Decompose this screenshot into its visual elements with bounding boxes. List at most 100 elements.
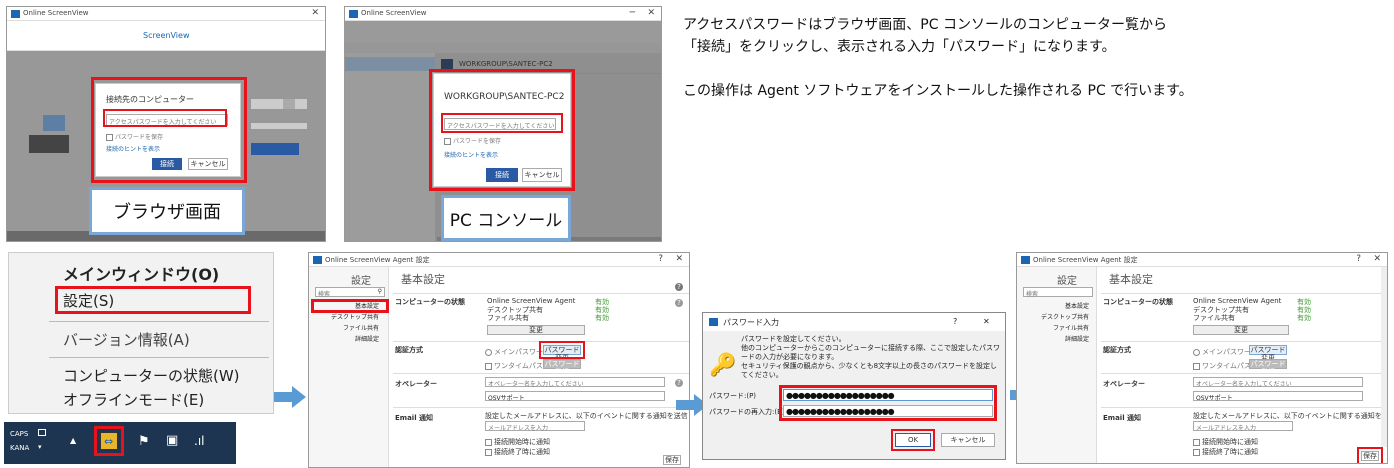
menu-version[interactable]: バージョン情報(A) [63,329,190,350]
cancel-button[interactable]: キャンセル [941,433,995,447]
nav-advanced[interactable]: 詳細設定 [1065,334,1089,343]
menu-status[interactable]: コンピューターの状態(W) [63,365,240,386]
search-icon: ⚲ [377,288,382,295]
email-input[interactable]: メールアドレスを入力 [485,421,585,432]
operator-value-input[interactable]: OSVサポート [485,391,665,402]
scrollbar[interactable] [1381,267,1387,447]
browser-caption: ブラウザ画面 [89,187,245,235]
console-screenshot: Online ScreenView ─ ✕ WORKGROUP\SANTEC-PC2… [344,6,662,242]
app-icon [709,318,718,326]
issue-password-button[interactable]: パスワード発行 [1249,359,1287,376]
password-label: パスワード:(P) [709,392,757,400]
console-caption: PC コンソール [441,195,571,241]
help-icon[interactable]: ? [1356,254,1361,264]
logo: ScreenView [143,31,190,40]
page-title: 基本設定 [1109,273,1153,286]
browser-screenshot: Online ScreenView ✕ ScreenView 接続先のコンピュータ… [6,6,326,242]
app-icon [349,10,358,18]
close-icon[interactable]: ✕ [1373,254,1381,264]
highlight-password-fields [779,385,997,421]
caps-indicator: CAPS [10,430,29,438]
description-line3: この操作は Agent ソフトウェアをインストールした操作される PC で行いま… [683,83,1193,99]
minimize-icon[interactable]: ─ [630,8,635,18]
operator-input[interactable]: オペレーター名を入力してください [485,377,665,388]
pwdialog-title: パスワード入力 [723,318,779,327]
signal-icon[interactable]: .ıl [194,434,204,448]
settings-label: 設定 [351,276,371,287]
menu-offline[interactable]: オフラインモード(E) [63,389,204,410]
save-button[interactable]: 保存 [663,455,681,465]
chevron-down-icon[interactable]: ▾ [38,443,42,451]
search-input[interactable]: 検索 [1023,287,1093,298]
console-titlebar: Online ScreenView ─ ✕ [345,7,661,21]
email-input[interactable]: メールアドレスを入力 [1193,421,1293,432]
highlight-tray [94,426,124,456]
search-input[interactable]: 検索 ⚲ [315,287,385,298]
pwdialog-message: パスワードを設定してください。 他のコンピューターからこのコンピューターに接続する… [741,335,1000,379]
status-label: コンピューターの状態 [1103,298,1173,306]
settings-window-final: Online ScreenView Agent 設定? ✕ 設定 検索 基本設定 … [1016,252,1388,464]
nav-file[interactable]: ファイル共有 [1053,323,1089,332]
close-icon[interactable]: ✕ [311,8,319,18]
email-option-end[interactable]: 接続終了時に通知 [1193,447,1258,457]
operator-label: オペレーター [1103,380,1145,388]
settings-window: Online ScreenView Agent 設定? ✕ 設定 検索 ⚲ 基本設定… [308,252,690,468]
email-label: Email 通知 [395,414,434,422]
highlight-password [103,109,227,127]
close-icon[interactable]: ✕ [983,317,990,326]
auth-label: 認証方式 [1103,346,1131,354]
auth-label: 認証方式 [395,346,423,354]
menu-main-window[interactable]: メインウィンドウ(O) [63,261,219,285]
email-label: Email 通知 [1103,414,1142,422]
highlight-nav [311,299,389,313]
highlight-password [441,113,563,133]
highlight-ok [891,429,935,451]
kana-indicator: KANA [10,444,30,452]
password-confirm-label: パスワードの再入力:(B) [709,408,785,416]
app-icon [11,10,20,18]
info-icon[interactable]: ? [675,299,683,307]
issue-password-button[interactable]: パスワード発行 [543,359,581,376]
description: アクセスパスワードはブラウザ画面、PC コンソールのコンピューター覧から 「接続… [683,14,1193,102]
status-change-button[interactable]: 変更 [1193,325,1289,335]
info-icon[interactable]: ? [675,379,683,387]
context-menu: メインウィンドウ(O) 設定(S) バージョン情報(A) コンピューターの状態(… [8,252,274,414]
settings-titlebar: Online ScreenView Agent 設定? ✕ [1017,253,1387,267]
close-icon[interactable]: ✕ [675,254,683,264]
key-icon: 🔑 [709,353,737,378]
close-icon[interactable]: ✕ [647,8,655,18]
nav-file[interactable]: ファイル共有 [343,323,379,332]
change-password-button[interactable]: パスワード変更 [1249,345,1287,362]
taskbar: CAPS KANA ▾ ▲ ⇔ ⚑ ▣ .ıl [4,422,236,464]
description-line1: アクセスパスワードはブラウザ画面、PC コンソールのコンピューター覧から [683,17,1167,33]
operator-value-input[interactable]: OSVサポート [1193,391,1363,402]
console-tab-title: Online ScreenView [361,9,427,17]
settings-titlebar: Online ScreenView Agent 設定? ✕ [309,253,689,267]
highlight-change-password [539,341,585,359]
email-option-start[interactable]: 接続開始時に通知 [485,437,550,447]
network-icon[interactable]: ▣ [166,433,178,448]
flag-icon[interactable]: ⚑ [138,434,150,449]
nav-desktop[interactable]: デスクトップ共有 [1041,312,1089,321]
settings-window-title: Online ScreenView Agent 設定 [1033,256,1138,264]
chevron-up-icon[interactable]: ▲ [70,436,76,445]
highlight-settings [55,286,251,314]
computer-name: WORKGROUP\SANTEC-PC2 [459,60,553,68]
help-icon[interactable]: ? [953,317,957,326]
page-title: 基本設定 [401,273,445,286]
operator-input[interactable]: オペレーター名を入力してください [1193,377,1363,388]
email-option-end[interactable]: 接続終了時に通知 [485,447,550,457]
nav-desktop[interactable]: デスクトップ共有 [331,312,379,321]
status-change-button[interactable]: 変更 [487,325,585,335]
settings-window-title: Online ScreenView Agent 設定 [325,256,430,264]
email-option-start[interactable]: 接続開始時に通知 [1193,437,1258,447]
app-icon [1021,256,1030,264]
help-icon[interactable]: ? [658,254,663,264]
status-label: コンピューターの状態 [395,298,465,306]
settings-label: 設定 [1057,276,1077,287]
nav-basic[interactable]: 基本設定 [1065,301,1089,310]
highlight-save [1357,447,1383,463]
description-line2: 「接続」をクリックし、表示される入力「パスワード」になります。 [683,39,1116,55]
nav-advanced[interactable]: 詳細設定 [355,334,379,343]
operator-label: オペレーター [395,380,437,388]
